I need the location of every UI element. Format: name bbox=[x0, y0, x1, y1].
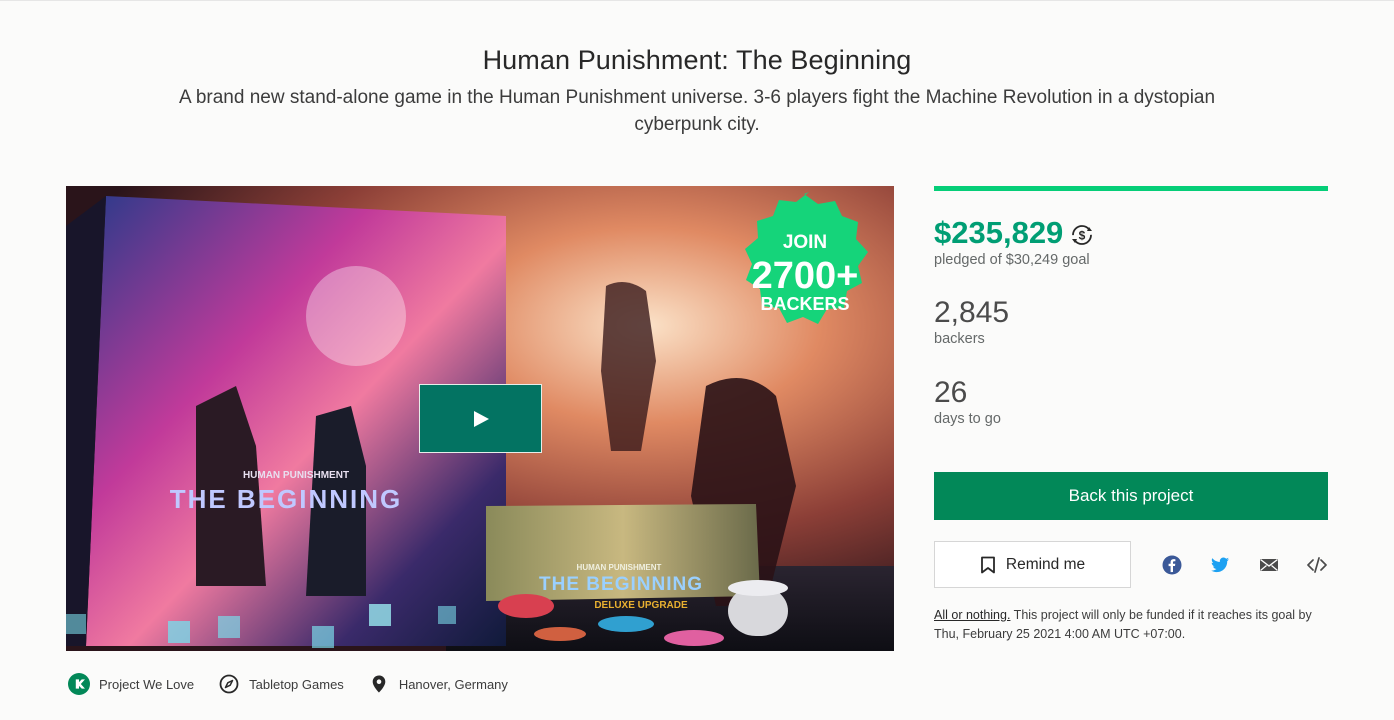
email-icon bbox=[1260, 558, 1278, 571]
pledged-amount: $235,829 bbox=[934, 215, 1064, 250]
days-remaining: 26 bbox=[934, 376, 968, 409]
badge-join: JOIN bbox=[783, 232, 827, 253]
tag-category-label: Tabletop Games bbox=[249, 676, 344, 692]
facebook-icon bbox=[1162, 555, 1182, 575]
twitter-icon bbox=[1211, 557, 1229, 573]
share-embed[interactable] bbox=[1306, 554, 1328, 576]
box-title: THE BEGINNING bbox=[170, 484, 403, 514]
small-box-logo: HUMAN PUNISHMENT bbox=[577, 563, 662, 572]
small-box-title: THE BEGINNING bbox=[539, 574, 703, 595]
project-header: Human Punishment: The Beginning A brand … bbox=[0, 45, 1394, 138]
project-blurb: A brand new stand-alone game in the Huma… bbox=[178, 87, 1216, 135]
compass-icon bbox=[219, 674, 239, 694]
back-project-button[interactable]: Back this project bbox=[934, 472, 1328, 520]
embed-icon bbox=[1307, 557, 1327, 573]
kickstarter-badge-icon bbox=[68, 673, 90, 695]
share-twitter[interactable] bbox=[1209, 554, 1231, 576]
currency-conversion-icon[interactable]: $ bbox=[1069, 222, 1095, 248]
backers-count: 2,845 bbox=[934, 296, 1010, 329]
tag-project-we-love[interactable]: Project We Love bbox=[66, 671, 194, 697]
funding-progress-bar bbox=[934, 186, 1328, 191]
tag-location-label: Hanover, Germany bbox=[398, 676, 508, 692]
location-pin-icon bbox=[372, 675, 386, 693]
project-title: Human Punishment: The Beginning bbox=[482, 45, 912, 75]
badge-count: 2700+ bbox=[752, 255, 859, 297]
svg-text:$: $ bbox=[1079, 228, 1086, 242]
play-video-button[interactable] bbox=[419, 384, 542, 453]
share-email[interactable] bbox=[1258, 554, 1280, 576]
remind-me-button[interactable]: Remind me bbox=[934, 541, 1131, 588]
tag-project-we-love-label: Project We Love bbox=[99, 676, 195, 692]
bookmark-icon bbox=[980, 556, 995, 573]
backers-label: backers bbox=[934, 331, 985, 347]
box-logo: HUMAN PUNISHMENT bbox=[243, 470, 349, 481]
tag-category[interactable]: Tabletop Games bbox=[216, 671, 344, 697]
funding-progress-fill bbox=[934, 186, 1328, 191]
share-facebook[interactable] bbox=[1161, 554, 1183, 576]
project-tags: Project We Love Tabletop Games Hanover, … bbox=[66, 671, 530, 697]
days-label: days to go bbox=[934, 411, 1001, 427]
small-box-subtitle: DELUXE UPGRADE bbox=[594, 600, 688, 611]
all-or-nothing-link[interactable]: All or nothing. bbox=[934, 608, 1010, 622]
funding-note: All or nothing. This project will only b… bbox=[934, 606, 1328, 644]
tag-location[interactable]: Hanover, Germany bbox=[366, 671, 508, 697]
funding-stats: $235,829 $ pledged of $30,249 goal 2,845… bbox=[934, 186, 1328, 427]
badge-backers: BACKERS bbox=[760, 294, 849, 314]
play-icon bbox=[473, 410, 489, 427]
remind-me-label: Remind me bbox=[1005, 555, 1086, 573]
pledged-goal-label: pledged of $30,249 goal bbox=[934, 252, 1090, 268]
